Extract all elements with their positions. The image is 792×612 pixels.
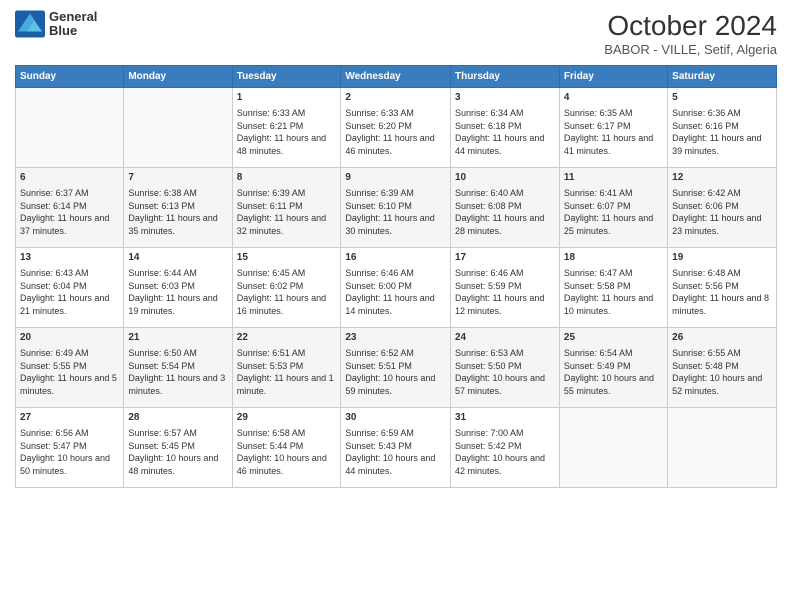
calendar-cell: 14Sunrise: 6:44 AMSunset: 6:03 PMDayligh… [124, 248, 232, 328]
header-saturday: Saturday [668, 66, 777, 88]
month-year: October 2024 [604, 10, 777, 42]
location: BABOR - VILLE, Setif, Algeria [604, 42, 777, 57]
calendar-cell: 6Sunrise: 6:37 AMSunset: 6:14 PMDaylight… [16, 168, 124, 248]
calendar-cell: 22Sunrise: 6:51 AMSunset: 5:53 PMDayligh… [232, 328, 341, 408]
day-number: 30 [345, 411, 446, 425]
calendar-cell [124, 88, 232, 168]
day-number: 13 [20, 251, 119, 265]
calendar-cell: 2Sunrise: 6:33 AMSunset: 6:20 PMDaylight… [341, 88, 451, 168]
day-number: 21 [128, 331, 227, 345]
calendar-cell: 20Sunrise: 6:49 AMSunset: 5:55 PMDayligh… [16, 328, 124, 408]
calendar-cell: 27Sunrise: 6:56 AMSunset: 5:47 PMDayligh… [16, 408, 124, 488]
logo-line2: Blue [49, 24, 97, 38]
week-row-2: 6Sunrise: 6:37 AMSunset: 6:14 PMDaylight… [16, 168, 777, 248]
calendar-cell: 17Sunrise: 6:46 AMSunset: 5:59 PMDayligh… [450, 248, 559, 328]
logo-text: General Blue [49, 10, 97, 39]
calendar-cell: 21Sunrise: 6:50 AMSunset: 5:54 PMDayligh… [124, 328, 232, 408]
week-row-5: 27Sunrise: 6:56 AMSunset: 5:47 PMDayligh… [16, 408, 777, 488]
week-row-4: 20Sunrise: 6:49 AMSunset: 5:55 PMDayligh… [16, 328, 777, 408]
day-number: 5 [672, 91, 772, 105]
calendar-cell: 12Sunrise: 6:42 AMSunset: 6:06 PMDayligh… [668, 168, 777, 248]
day-number: 24 [455, 331, 555, 345]
day-number: 2 [345, 91, 446, 105]
day-number: 11 [564, 171, 663, 185]
day-number: 25 [564, 331, 663, 345]
day-number: 15 [237, 251, 337, 265]
day-number: 27 [20, 411, 119, 425]
calendar-cell: 31Sunrise: 7:00 AMSunset: 5:42 PMDayligh… [450, 408, 559, 488]
day-number: 16 [345, 251, 446, 265]
calendar-table: SundayMondayTuesdayWednesdayThursdayFrid… [15, 65, 777, 488]
day-number: 31 [455, 411, 555, 425]
day-number: 22 [237, 331, 337, 345]
calendar-cell: 29Sunrise: 6:58 AMSunset: 5:44 PMDayligh… [232, 408, 341, 488]
calendar-cell [559, 408, 667, 488]
day-number: 18 [564, 251, 663, 265]
calendar-cell: 11Sunrise: 6:41 AMSunset: 6:07 PMDayligh… [559, 168, 667, 248]
logo: General Blue [15, 10, 97, 39]
day-number: 3 [455, 91, 555, 105]
day-number: 10 [455, 171, 555, 185]
calendar-cell: 28Sunrise: 6:57 AMSunset: 5:45 PMDayligh… [124, 408, 232, 488]
header: General Blue October 2024 BABOR - VILLE,… [15, 10, 777, 57]
calendar-cell: 13Sunrise: 6:43 AMSunset: 6:04 PMDayligh… [16, 248, 124, 328]
day-number: 4 [564, 91, 663, 105]
calendar-cell: 19Sunrise: 6:48 AMSunset: 5:56 PMDayligh… [668, 248, 777, 328]
header-friday: Friday [559, 66, 667, 88]
title-block: October 2024 BABOR - VILLE, Setif, Alger… [604, 10, 777, 57]
calendar-cell: 3Sunrise: 6:34 AMSunset: 6:18 PMDaylight… [450, 88, 559, 168]
logo-line1: General [49, 10, 97, 24]
day-number: 19 [672, 251, 772, 265]
day-number: 29 [237, 411, 337, 425]
calendar-cell: 24Sunrise: 6:53 AMSunset: 5:50 PMDayligh… [450, 328, 559, 408]
header-row: SundayMondayTuesdayWednesdayThursdayFrid… [16, 66, 777, 88]
calendar-cell: 9Sunrise: 6:39 AMSunset: 6:10 PMDaylight… [341, 168, 451, 248]
day-number: 8 [237, 171, 337, 185]
header-tuesday: Tuesday [232, 66, 341, 88]
day-number: 20 [20, 331, 119, 345]
calendar-cell: 1Sunrise: 6:33 AMSunset: 6:21 PMDaylight… [232, 88, 341, 168]
calendar-cell: 7Sunrise: 6:38 AMSunset: 6:13 PMDaylight… [124, 168, 232, 248]
calendar-cell: 10Sunrise: 6:40 AMSunset: 6:08 PMDayligh… [450, 168, 559, 248]
day-number: 7 [128, 171, 227, 185]
calendar-cell [16, 88, 124, 168]
calendar-cell: 16Sunrise: 6:46 AMSunset: 6:00 PMDayligh… [341, 248, 451, 328]
header-wednesday: Wednesday [341, 66, 451, 88]
day-number: 14 [128, 251, 227, 265]
week-row-1: 1Sunrise: 6:33 AMSunset: 6:21 PMDaylight… [16, 88, 777, 168]
calendar-cell: 18Sunrise: 6:47 AMSunset: 5:58 PMDayligh… [559, 248, 667, 328]
calendar-cell: 26Sunrise: 6:55 AMSunset: 5:48 PMDayligh… [668, 328, 777, 408]
logo-icon [15, 10, 45, 38]
header-sunday: Sunday [16, 66, 124, 88]
calendar-cell: 8Sunrise: 6:39 AMSunset: 6:11 PMDaylight… [232, 168, 341, 248]
calendar-cell: 5Sunrise: 6:36 AMSunset: 6:16 PMDaylight… [668, 88, 777, 168]
day-number: 1 [237, 91, 337, 105]
calendar-cell: 25Sunrise: 6:54 AMSunset: 5:49 PMDayligh… [559, 328, 667, 408]
page: General Blue October 2024 BABOR - VILLE,… [0, 0, 792, 612]
calendar-cell: 4Sunrise: 6:35 AMSunset: 6:17 PMDaylight… [559, 88, 667, 168]
day-number: 12 [672, 171, 772, 185]
day-number: 9 [345, 171, 446, 185]
header-thursday: Thursday [450, 66, 559, 88]
calendar-cell: 30Sunrise: 6:59 AMSunset: 5:43 PMDayligh… [341, 408, 451, 488]
calendar-cell: 15Sunrise: 6:45 AMSunset: 6:02 PMDayligh… [232, 248, 341, 328]
day-number: 17 [455, 251, 555, 265]
day-number: 23 [345, 331, 446, 345]
week-row-3: 13Sunrise: 6:43 AMSunset: 6:04 PMDayligh… [16, 248, 777, 328]
day-number: 28 [128, 411, 227, 425]
calendar-cell: 23Sunrise: 6:52 AMSunset: 5:51 PMDayligh… [341, 328, 451, 408]
header-monday: Monday [124, 66, 232, 88]
calendar-cell [668, 408, 777, 488]
day-number: 26 [672, 331, 772, 345]
day-number: 6 [20, 171, 119, 185]
